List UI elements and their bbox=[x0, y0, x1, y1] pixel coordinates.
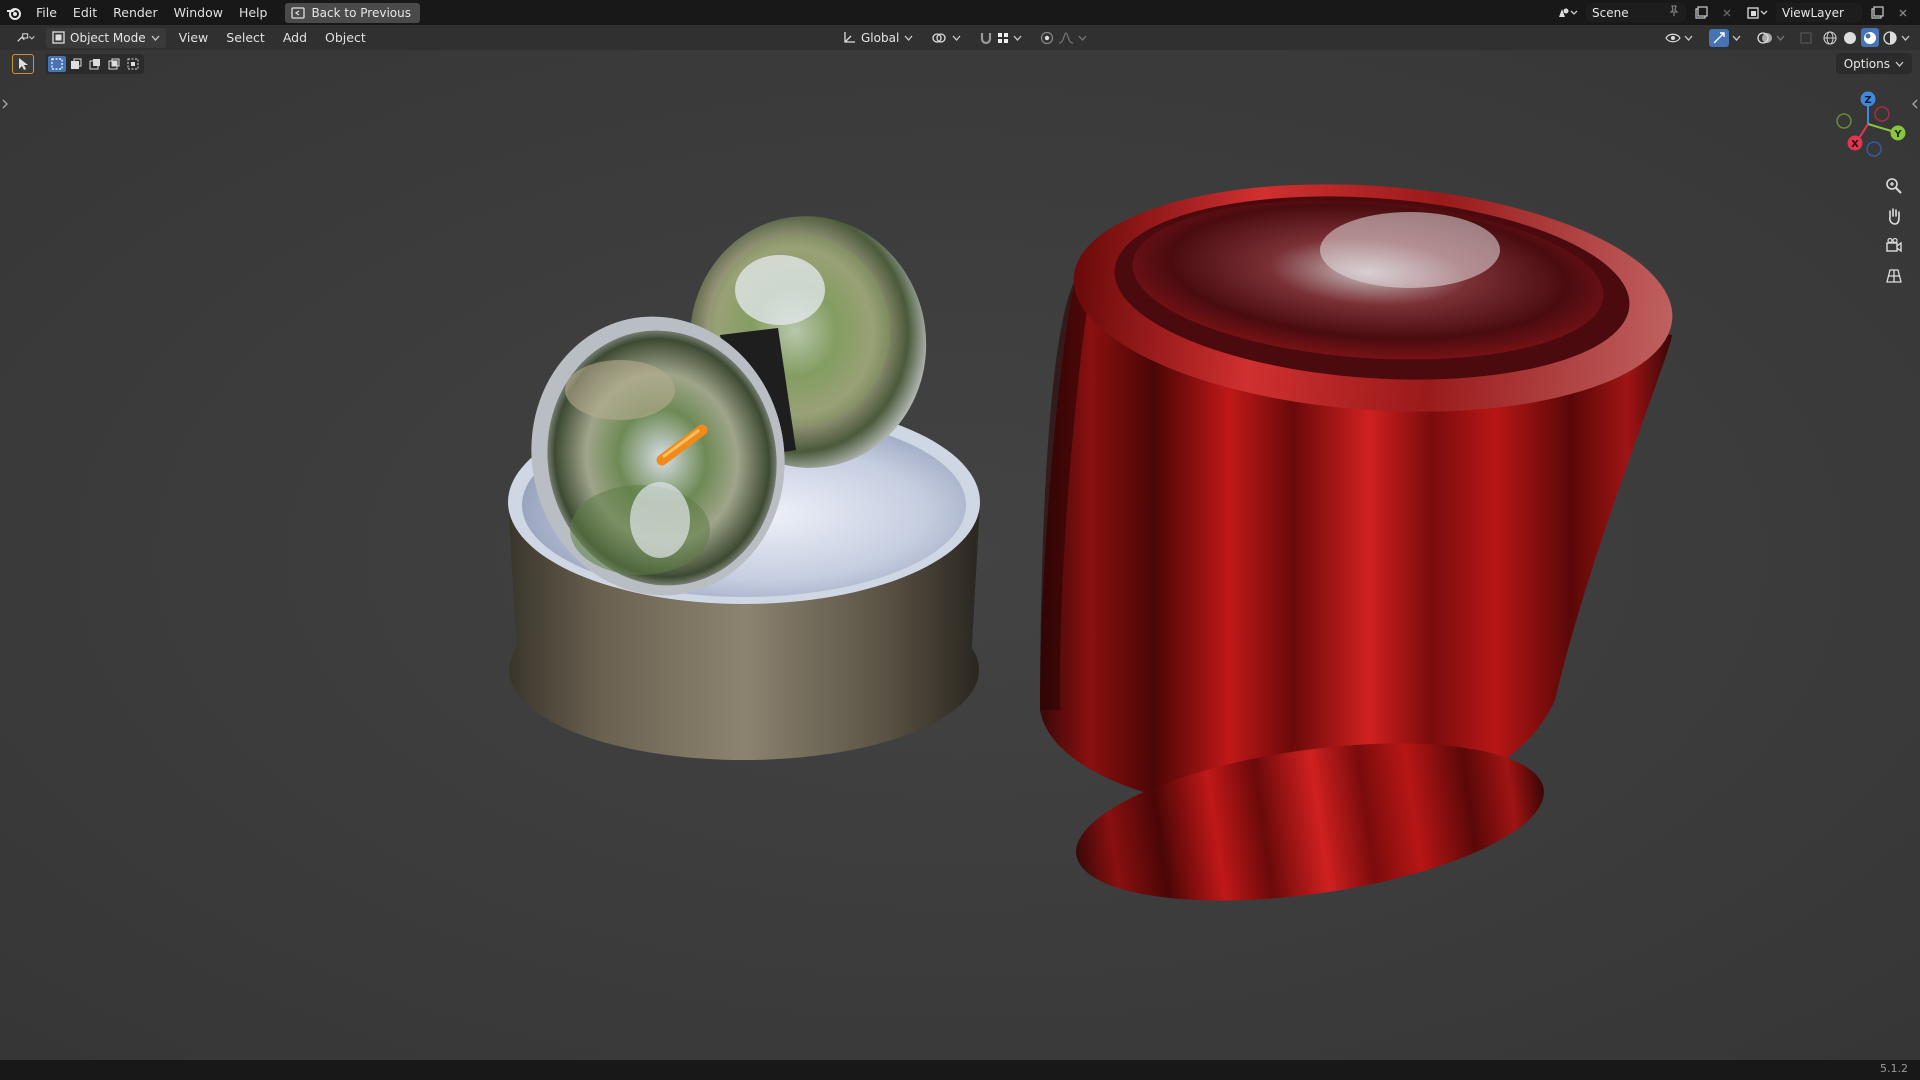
gizmo-toggle[interactable] bbox=[1703, 28, 1747, 48]
overlays-toggle[interactable] bbox=[1751, 28, 1791, 48]
chevron-down-icon bbox=[1732, 35, 1741, 41]
menu-help[interactable]: Help bbox=[231, 0, 276, 25]
shading-modes bbox=[1821, 28, 1910, 47]
viewport-header: Object Mode View Select Add Object Globa… bbox=[0, 25, 1920, 50]
editor-type-button[interactable] bbox=[10, 28, 42, 48]
proportional-editing-controls[interactable] bbox=[1034, 28, 1093, 48]
select-invert-icon[interactable] bbox=[105, 56, 123, 72]
menu-edit[interactable]: Edit bbox=[65, 0, 105, 25]
select-tool-icon[interactable] bbox=[12, 54, 34, 74]
menu-render[interactable]: Render bbox=[105, 0, 166, 25]
toolbar-expand-icon[interactable] bbox=[1, 98, 9, 110]
editor-type-icon bbox=[17, 32, 35, 42]
scene-render bbox=[508, 184, 1673, 901]
camera-view-icon[interactable] bbox=[1880, 232, 1908, 260]
back-to-previous-button[interactable]: Back to Previous bbox=[285, 2, 420, 23]
pivot-icon bbox=[932, 32, 946, 43]
status-bar: 5.1.2 bbox=[0, 1060, 1920, 1080]
select-subtract-icon[interactable] bbox=[86, 56, 104, 72]
y-axis-label: Y bbox=[1893, 129, 1902, 140]
menu-object[interactable]: Object bbox=[316, 25, 375, 50]
chevron-down-icon bbox=[952, 35, 961, 41]
z-axis-label: Z bbox=[1864, 95, 1871, 106]
navigation-gizmo[interactable]: Z Y X bbox=[1828, 88, 1910, 162]
select-extend-icon[interactable] bbox=[67, 56, 85, 72]
pan-hand-icon[interactable] bbox=[1880, 202, 1908, 230]
material-preview-shading-icon[interactable] bbox=[1861, 28, 1879, 47]
chevron-down-icon bbox=[1013, 35, 1022, 41]
menu-file[interactable]: File bbox=[28, 0, 65, 25]
options-label: Options bbox=[1843, 56, 1890, 71]
gizmo-icon bbox=[1709, 28, 1729, 47]
top-right-controls: Scene ViewLayer bbox=[1552, 0, 1920, 25]
version-label: 5.1.2 bbox=[1880, 1062, 1908, 1075]
chevron-down-icon bbox=[1895, 61, 1904, 67]
tool-header bbox=[12, 54, 144, 74]
object-mode-label: Object Mode bbox=[70, 30, 146, 45]
eye-select-icon bbox=[1665, 33, 1681, 42]
menu-window[interactable]: Window bbox=[166, 0, 231, 25]
menu-select[interactable]: Select bbox=[217, 25, 274, 50]
wireframe-shading-icon[interactable] bbox=[1821, 28, 1839, 47]
orientation-label: Global bbox=[861, 30, 900, 45]
magnet-icon bbox=[981, 32, 992, 44]
viewlayer-name: ViewLayer bbox=[1782, 5, 1844, 20]
options-dropdown[interactable]: Options bbox=[1835, 53, 1912, 74]
snap-grid-icon bbox=[998, 32, 1009, 43]
blender-logo-icon[interactable] bbox=[0, 0, 28, 25]
select-new-icon[interactable] bbox=[48, 56, 66, 72]
red-cylinder bbox=[1040, 184, 1673, 901]
transform-orientation-dropdown[interactable]: Global bbox=[836, 28, 919, 48]
pivot-point-dropdown[interactable] bbox=[925, 28, 967, 48]
viewport-display-controls bbox=[1659, 27, 1910, 48]
rendered-shading-icon[interactable] bbox=[1881, 28, 1899, 47]
chevron-down-icon bbox=[1078, 35, 1087, 41]
chevron-down-icon bbox=[1776, 35, 1785, 41]
zoom-icon[interactable] bbox=[1880, 172, 1908, 200]
visibility-dropdown[interactable] bbox=[1659, 28, 1699, 48]
proportional-edit-icon bbox=[1041, 31, 1054, 44]
back-to-previous-label: Back to Previous bbox=[311, 5, 411, 20]
delete-viewlayer-icon[interactable] bbox=[1892, 3, 1914, 22]
overlays-icon bbox=[1757, 31, 1772, 44]
chevron-down-icon bbox=[1684, 35, 1693, 41]
top-bar: File Edit Render Window Help Back to Pre… bbox=[0, 0, 1920, 25]
viewlayer-type-icon[interactable] bbox=[1742, 3, 1772, 22]
new-viewlayer-icon[interactable] bbox=[1866, 3, 1888, 22]
x-axis-label: X bbox=[1851, 139, 1859, 150]
object-mode-icon bbox=[52, 31, 65, 44]
solid-shading-icon[interactable] bbox=[1841, 28, 1859, 47]
menu-add[interactable]: Add bbox=[274, 25, 316, 50]
pin-icon[interactable] bbox=[1668, 5, 1680, 20]
scene-type-icon[interactable] bbox=[1552, 3, 1582, 22]
new-scene-icon[interactable] bbox=[1690, 3, 1712, 22]
perspective-toggle-icon[interactable] bbox=[1880, 262, 1908, 290]
3d-viewport[interactable]: Z Y X bbox=[0, 50, 1920, 1060]
select-intersect-icon[interactable] bbox=[124, 56, 142, 72]
object-mode-dropdown[interactable]: Object Mode bbox=[46, 27, 166, 48]
orientation-axes-icon bbox=[844, 31, 855, 43]
transform-controls: Global bbox=[836, 27, 1093, 48]
snapping-controls[interactable] bbox=[973, 28, 1028, 48]
delete-scene-icon[interactable] bbox=[1716, 3, 1738, 22]
scene-name: Scene bbox=[1592, 5, 1629, 20]
menu-view[interactable]: View bbox=[170, 25, 218, 50]
chevron-down-icon bbox=[904, 35, 913, 41]
screen-back-icon bbox=[291, 6, 306, 19]
chevron-down-icon[interactable] bbox=[1901, 35, 1910, 41]
chevron-down-icon bbox=[151, 35, 160, 41]
selection-mode-buttons bbox=[46, 54, 144, 74]
falloff-curve-icon bbox=[1059, 31, 1074, 44]
viewlayer-selector[interactable]: ViewLayer bbox=[1776, 3, 1862, 22]
sidebar-expand-icon[interactable] bbox=[1911, 98, 1919, 110]
xray-toggle-icon[interactable] bbox=[1795, 28, 1817, 47]
scene-selector[interactable]: Scene bbox=[1586, 3, 1686, 22]
